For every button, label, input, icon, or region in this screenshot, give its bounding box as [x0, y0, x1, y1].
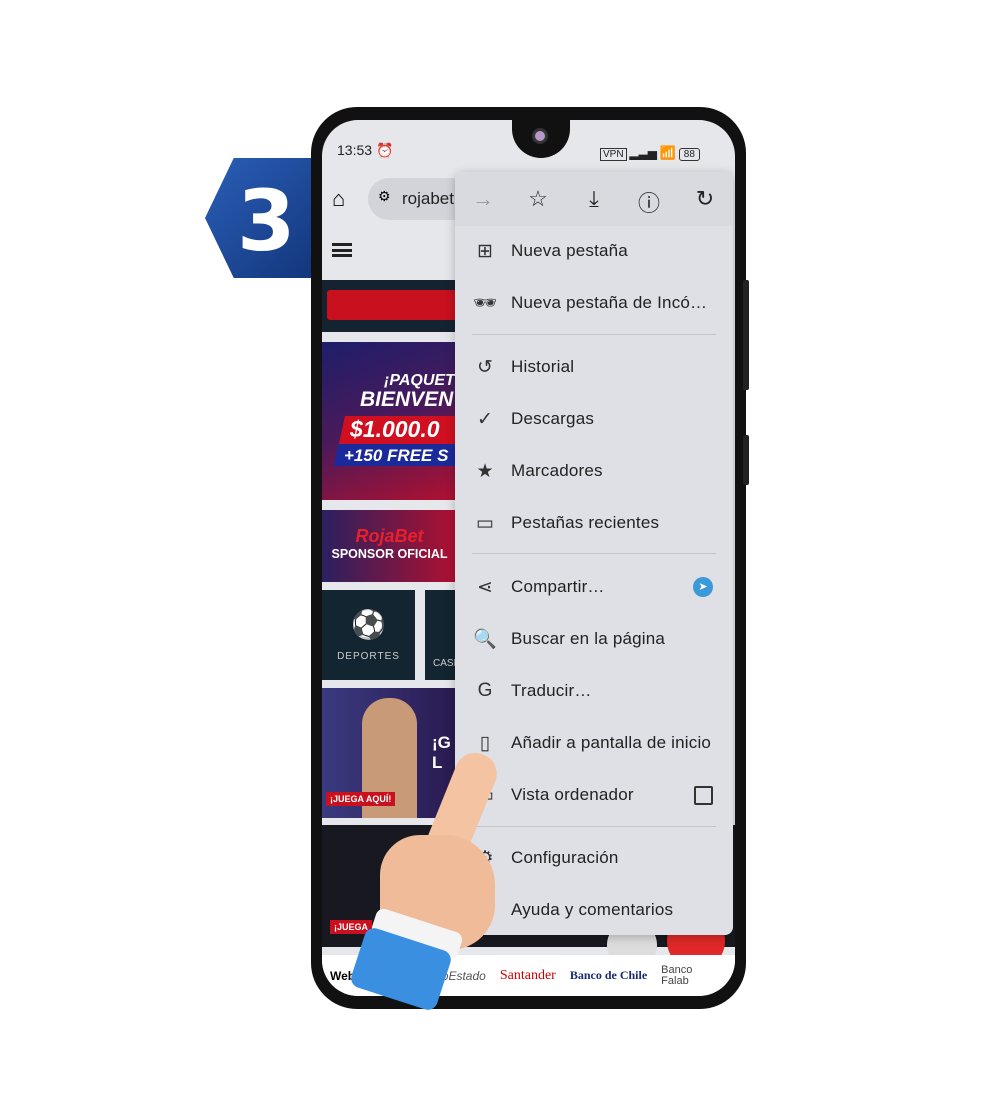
- history-icon: ↺: [477, 356, 493, 378]
- tile-casino[interactable]: CASI: [425, 590, 457, 680]
- forward-icon[interactable]: →: [469, 186, 497, 212]
- step-badge: 3: [205, 158, 320, 278]
- find-in-page-icon: 🔍: [473, 629, 497, 650]
- menu-item-recent-tabs[interactable]: ▭ Pestañas recientes: [455, 501, 733, 545]
- notch: [512, 120, 570, 158]
- site-settings-icon[interactable]: ⚙: [378, 188, 391, 205]
- home-icon[interactable]: ⌂: [332, 186, 345, 212]
- volume-button: [743, 280, 749, 390]
- power-button: [743, 435, 749, 485]
- translate-icon: G: [477, 680, 493, 701]
- menu-item-incognito[interactable]: 🕶 Nueva pestaña de Incó…: [455, 281, 733, 325]
- star-icon: ★: [476, 460, 494, 482]
- menu-item-find[interactable]: 🔍 Buscar en la página: [455, 617, 733, 661]
- url-text: rojabet: [402, 189, 454, 208]
- alarm-icon: ⏰: [375, 142, 394, 158]
- register-button[interactable]: [327, 290, 457, 320]
- incognito-icon: 🕶: [472, 293, 498, 314]
- status-time: 13:53 ⏰: [337, 142, 394, 158]
- share-icon: ⋖: [477, 576, 493, 598]
- plus-box-icon: ⊞: [477, 240, 493, 262]
- hamburger-icon[interactable]: [332, 243, 352, 257]
- devices-icon: ▭: [476, 512, 494, 534]
- vpn-icon: VPN: [600, 148, 627, 161]
- menu-item-bookmarks[interactable]: ★ Marcadores: [455, 449, 733, 493]
- menu-item-translate[interactable]: G Traducir…: [455, 669, 733, 713]
- divider: [472, 334, 716, 335]
- telegram-icon[interactable]: ➤: [693, 577, 713, 597]
- desktop-view-checkbox[interactable]: [694, 785, 713, 805]
- status-icons: VPN ▂▃▅ 📶 88: [600, 145, 700, 161]
- battery-icon: 88: [678, 148, 700, 161]
- download-icon[interactable]: ⤓: [580, 186, 608, 212]
- info-icon[interactable]: ⓘ: [635, 186, 663, 218]
- downloads-icon: ✓: [477, 408, 493, 430]
- tile-deportes[interactable]: ⚽ DEPORTES: [322, 590, 415, 680]
- soccer-ball-icon: ⚽: [351, 609, 386, 640]
- sponsor-banner[interactable]: RojaBet SPONSOR OFICIAL: [322, 510, 457, 582]
- divider: [472, 553, 716, 554]
- camera: [532, 128, 548, 144]
- menu-item-history[interactable]: ↺ Historial: [455, 345, 733, 389]
- wifi-icon: 📶: [659, 145, 676, 160]
- menu-item-downloads[interactable]: ✓ Descargas: [455, 397, 733, 441]
- menu-toolbar: → ☆ ⤓ ⓘ ↻: [455, 172, 733, 226]
- reload-icon[interactable]: ↻: [691, 186, 719, 212]
- bookmark-star-icon[interactable]: ☆: [524, 186, 552, 212]
- menu-item-new-tab[interactable]: ⊞ Nueva pestaña: [455, 229, 733, 273]
- welcome-banner[interactable]: ¡PAQUET BIENVEN $1.000.0 +150 FREE S: [322, 342, 457, 500]
- menu-item-share[interactable]: ⋖ Compartir… ➤: [455, 565, 733, 609]
- pointing-hand-illustration: [348, 746, 510, 1013]
- signal-icon: ▂▃▅: [629, 146, 658, 160]
- header-strip: [322, 280, 457, 332]
